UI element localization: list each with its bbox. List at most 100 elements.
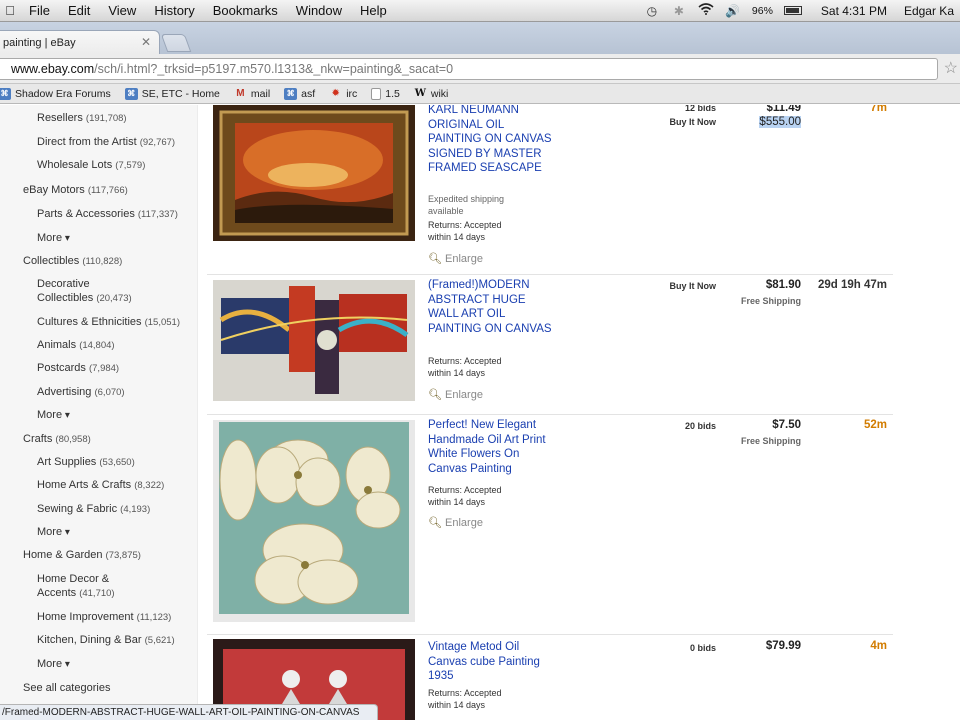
sidebar-item-count: (8,322)	[134, 480, 165, 491]
new-tab-button[interactable]	[160, 34, 192, 52]
menu-view[interactable]: View	[99, 3, 145, 18]
menu-history[interactable]: History	[145, 3, 203, 18]
menu-window[interactable]: Window	[287, 3, 351, 18]
sidebar-more-crafts[interactable]: More	[37, 525, 70, 540]
bookmark-asf[interactable]: ⌘ asf	[284, 87, 316, 100]
returns-line1: Returns: Accepted	[428, 220, 502, 230]
sidebar-item-label: Cultures & Ethnicities	[37, 316, 142, 328]
enlarge-link[interactable]: 🔍︎ Enlarge	[428, 388, 483, 401]
address-bar[interactable]: www.ebay.com/sch/i.html?_trksid=p5197.m5…	[0, 58, 938, 80]
listing-price: $79.99	[765, 640, 801, 652]
sidebar-item-home-arts-crafts[interactable]: Home Arts & Crafts (8,322)	[37, 478, 164, 493]
sidebar-item-count: (117,337)	[137, 209, 178, 220]
listing-thumbnail-flowers[interactable]	[213, 420, 415, 622]
tab-ebay-painting[interactable]: painting | eBay ✕	[0, 30, 160, 54]
bookmark-se-etc[interactable]: ⌘ SE, ETC - Home	[124, 87, 220, 100]
bookmark-irc[interactable]: ✹ irc	[329, 88, 357, 100]
sidebar-item-count: (53,650)	[99, 457, 135, 468]
menu-bookmarks[interactable]: Bookmarks	[204, 3, 287, 18]
battery-icon[interactable]	[783, 6, 802, 15]
sidebar-item-advertising[interactable]: Advertising (6,070)	[37, 385, 125, 400]
spark-icon: ✹	[331, 87, 340, 99]
listing-price: $7.50	[772, 419, 801, 431]
bookmark-wiki[interactable]: W wiki	[414, 88, 449, 100]
sidebar-item-collectibles[interactable]: Collectibles (110,828)	[23, 254, 122, 269]
bookmark-shadow-era[interactable]: ⌘ Shadow Era Forums	[0, 87, 111, 100]
bluetooth-icon[interactable]: ✱	[671, 4, 687, 18]
sidebar-item-label: Sewing & Fabric	[37, 503, 118, 515]
sidebar-item-cultures[interactable]: Cultures & Ethnicities (15,051)	[37, 315, 180, 330]
address-path: /sch/i.html?_trksid=p5197.m570.l1313&_nk…	[94, 62, 454, 76]
time-machine-icon[interactable]: ◷	[644, 4, 660, 18]
listing-thumbnail-abstract[interactable]	[213, 280, 415, 401]
sidebar-item-crafts[interactable]: Crafts (80,958)	[23, 432, 91, 447]
clock[interactable]: Sat 4:31 PM	[821, 4, 887, 18]
sidebar-item-count: (191,708)	[85, 113, 127, 124]
sidebar-item-count: (4,193)	[120, 504, 151, 515]
menu-help[interactable]: Help	[351, 3, 396, 18]
wifi-icon[interactable]	[698, 3, 714, 18]
sidebar-item-ebay-motors[interactable]: eBay Motors (117,766)	[23, 183, 128, 198]
puzzle-icon: ⌘	[284, 87, 298, 100]
sidebar-item-decorative-collectibles[interactable]: Decorative Collectibles (20,473)	[37, 277, 132, 306]
bookmark-label: SE, ETC - Home	[141, 87, 220, 100]
menu-file[interactable]: File	[20, 3, 59, 18]
sidebar-item-wholesale-lots[interactable]: Wholesale Lots (7,579)	[37, 158, 145, 173]
puzzle-icon: ⌘	[0, 87, 11, 100]
listing-title-link[interactable]: Perfect! New Elegant Handmade Oil Art Pr…	[428, 418, 558, 476]
enlarge-link[interactable]: 🔍︎ Enlarge	[428, 516, 483, 529]
bookmark-star-icon[interactable]: ☆	[944, 58, 958, 78]
bookmark-label: Shadow Era Forums	[15, 87, 111, 100]
sidebar-more-motors[interactable]: More	[37, 231, 70, 246]
battery-percent: 96%	[751, 4, 773, 17]
time-left: 4m	[870, 640, 887, 652]
returns-policy: Returns: Accepted within 14 days	[428, 219, 502, 243]
sidebar-item-home-improvement[interactable]: Home Improvement (11,123)	[37, 610, 171, 625]
sidebar-item-count: (117,766)	[87, 185, 128, 196]
sidebar-item-count: (110,828)	[82, 256, 123, 267]
apple-icon[interactable]: 	[0, 3, 20, 18]
puzzle-icon: ⌘	[124, 87, 138, 100]
bid-count: 20 bids	[684, 421, 716, 431]
sidebar-item-sewing-fabric[interactable]: Sewing & Fabric (4,193)	[37, 502, 150, 517]
menu-edit[interactable]: Edit	[59, 3, 99, 18]
sidebar-item-label-line2: Accents	[37, 587, 77, 599]
sidebar-item-parts-accessories[interactable]: Parts & Accessories (117,337)	[37, 207, 178, 222]
sidebar-item-count: (14,804)	[79, 340, 115, 351]
sidebar-item-kitchen-dining[interactable]: Kitchen, Dining & Bar (5,621)	[37, 633, 175, 648]
see-all-categories-link[interactable]: See all categories	[23, 681, 110, 695]
enlarge-link[interactable]: 🔍︎ Enlarge	[428, 252, 483, 265]
listing-thumbnail-seascape[interactable]	[213, 105, 415, 241]
bookmark-1-5[interactable]: 1.5	[371, 87, 400, 100]
sidebar-item-art-supplies[interactable]: Art Supplies (53,650)	[37, 455, 135, 470]
user-menu[interactable]: Edgar Ka	[904, 4, 954, 18]
magnifier-icon: 🔍︎	[428, 253, 442, 265]
sidebar-item-direct-from-artist[interactable]: Direct from the Artist (92,767)	[37, 135, 175, 150]
bookmark-label: asf	[301, 87, 316, 100]
listing-title-link[interactable]: Vintage Metod Oil Canvas cube Painting 1…	[428, 640, 558, 684]
returns-line2: within 14 days	[428, 497, 486, 507]
sidebar-item-count: (7,984)	[88, 363, 120, 374]
sidebar-item-resellers[interactable]: Resellers (191,708)	[37, 111, 127, 126]
shipping-note: Expedited shipping available	[428, 194, 505, 216]
bin-price-selected: $555.00	[759, 116, 801, 128]
close-tab-icon[interactable]: ✕	[141, 35, 151, 49]
sidebar-more-collectibles[interactable]: More	[37, 408, 70, 423]
returns-policy: Returns: Accepted within 14 days	[428, 687, 502, 711]
page-icon	[371, 87, 382, 100]
sidebar-item-postcards[interactable]: Postcards (7,984)	[37, 361, 119, 376]
bookmark-label: irc	[346, 87, 358, 100]
sidebar-scrollbar[interactable]	[197, 105, 207, 720]
sidebar-more-home-garden[interactable]: More	[37, 657, 70, 672]
sidebar-item-label: Resellers	[37, 112, 83, 124]
bid-count: 12 bids	[684, 105, 716, 113]
listing-title-link[interactable]: (Framed!)MODERN ABSTRACT HUGE WALL ART O…	[428, 278, 558, 336]
listing-title-link[interactable]: KARL NEUMANN ORIGINAL OIL PAINTING ON CA…	[428, 105, 558, 176]
browser-toolbar: www.ebay.com/sch/i.html?_trksid=p5197.m5…	[0, 54, 960, 84]
bookmark-label: mail	[250, 87, 271, 100]
sidebar-item-animals[interactable]: Animals (14,804)	[37, 338, 115, 353]
sidebar-item-home-decor[interactable]: Home Decor & Accents (41,710)	[37, 572, 115, 601]
volume-icon[interactable]: 🔊	[725, 4, 741, 18]
bookmark-mail[interactable]: M mail	[234, 88, 270, 100]
sidebar-item-home-garden[interactable]: Home & Garden (73,875)	[23, 548, 141, 563]
